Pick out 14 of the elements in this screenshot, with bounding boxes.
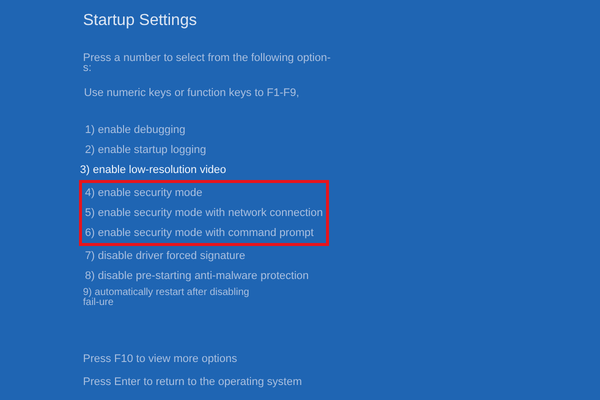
screen-title: Startup Settings bbox=[83, 11, 198, 31]
footer-text: Press F10 to view more options bbox=[83, 352, 238, 367]
boot-option[interactable]: 4) enable security mode bbox=[85, 182, 323, 202]
boot-option[interactable]: 9) automatically restart after disabling fail-ure bbox=[83, 288, 268, 308]
boot-option[interactable]: 8) disable pre-starting anti-malware protection bbox=[85, 266, 600, 286]
boot-option[interactable]: 5) enable security mode with network connection bbox=[85, 202, 323, 222]
boot-option[interactable]: 3) enable low-resolution video bbox=[80, 160, 600, 180]
hint-text: Use numeric keys or function keys to F1-F9, bbox=[84, 86, 300, 101]
boot-option[interactable]: 6) enable security mode with command prompt bbox=[85, 222, 323, 242]
footer-text: Press Enter to return to the operating system bbox=[83, 374, 303, 390]
instruction-text: Press a number to select from the following option-s: bbox=[83, 53, 332, 73]
boot-option[interactable]: 7) disable driver forced signature bbox=[85, 246, 600, 266]
boot-option[interactable]: 1) enable debugging bbox=[85, 120, 600, 140]
boot-option[interactable]: 2) enable startup logging bbox=[85, 140, 600, 160]
